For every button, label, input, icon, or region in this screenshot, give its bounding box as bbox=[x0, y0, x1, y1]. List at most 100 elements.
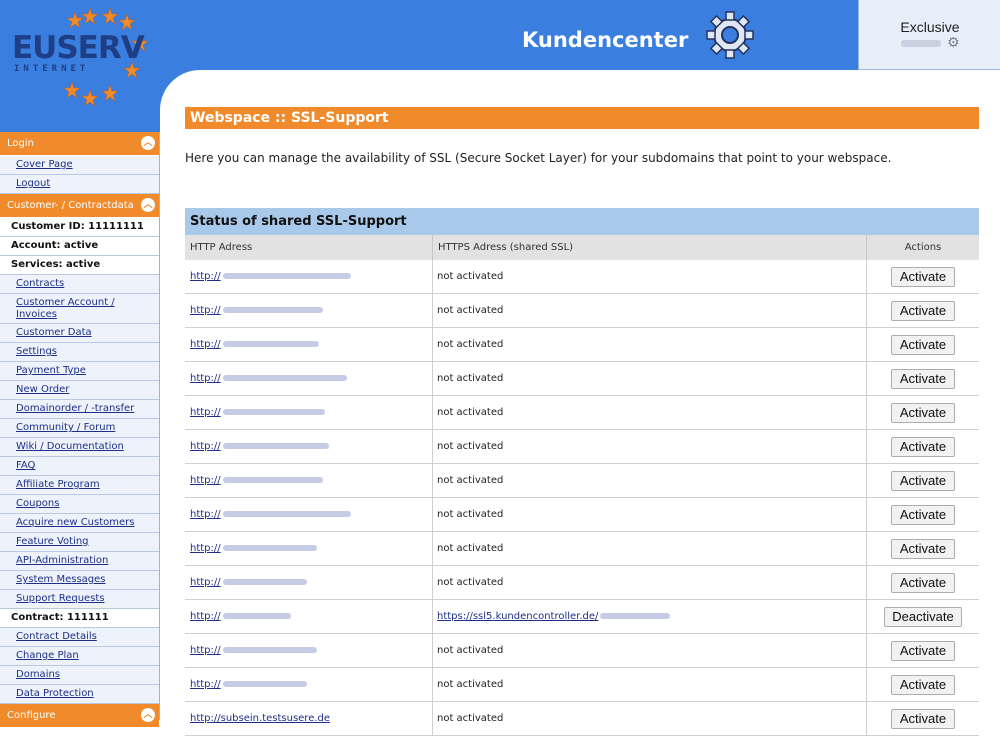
redacted-subdomain bbox=[222, 409, 325, 415]
activate-button[interactable]: Activate bbox=[891, 471, 955, 491]
sidebar-item[interactable]: Feature Voting bbox=[0, 533, 159, 552]
activate-button[interactable]: Activate bbox=[891, 335, 955, 355]
sidebar-item[interactable]: Support Requests bbox=[0, 590, 159, 609]
sidebar-item[interactable]: Community / Forum bbox=[0, 419, 159, 438]
sidebar-link[interactable]: Change Plan bbox=[16, 650, 79, 661]
sidebar-item[interactable]: Data Protection bbox=[0, 685, 159, 704]
activate-button[interactable]: Activate bbox=[891, 403, 955, 423]
http-address-link[interactable]: http:// bbox=[190, 611, 221, 622]
sidebar-link[interactable]: Support Requests bbox=[16, 593, 105, 604]
sidebar-item-customer-account[interactable]: Customer Account / Invoices bbox=[0, 294, 159, 324]
sidebar-item[interactable]: Settings bbox=[0, 343, 159, 362]
activate-button[interactable]: Activate bbox=[891, 641, 955, 661]
sidebar-item-logout[interactable]: Logout bbox=[0, 175, 159, 194]
sidebar-link[interactable]: FAQ bbox=[16, 460, 35, 471]
http-address-link[interactable]: http:// bbox=[190, 271, 221, 282]
http-address-cell: http:// bbox=[190, 294, 323, 328]
activate-button[interactable]: Activate bbox=[891, 539, 955, 559]
sidebar-link[interactable]: Wiki / Documentation bbox=[16, 441, 124, 452]
sidebar-section-customer[interactable]: Customer- / Contractdata ︿ bbox=[0, 194, 159, 218]
euserv-logo[interactable]: EUSERV INTERNET bbox=[0, 0, 160, 132]
http-address-link[interactable]: http:// bbox=[190, 679, 221, 690]
activate-button[interactable]: Activate bbox=[891, 505, 955, 525]
sidebar-item[interactable]: Acquire new Customers bbox=[0, 514, 159, 533]
http-address-link[interactable]: http:// bbox=[190, 543, 221, 554]
https-address-cell: not activated bbox=[437, 294, 503, 328]
sidebar-link[interactable]: New Order bbox=[16, 384, 69, 395]
ssl-status-text: not activated bbox=[437, 441, 504, 452]
column-divider bbox=[432, 328, 433, 361]
sidebar-item[interactable]: New Order bbox=[0, 381, 159, 400]
http-address-link[interactable]: http:// bbox=[190, 407, 221, 418]
account-box[interactable]: Exclusive ⚙ bbox=[858, 0, 1000, 70]
column-divider bbox=[432, 532, 433, 565]
sidebar-item[interactable]: Customer Data bbox=[0, 324, 159, 343]
sidebar-link[interactable]: Coupons bbox=[16, 498, 59, 509]
http-address-cell: http://subsein.testsusere.de bbox=[190, 702, 330, 736]
sidebar-section-login[interactable]: Login ︿ bbox=[0, 132, 159, 156]
http-address-cell: http:// bbox=[190, 498, 351, 532]
sidebar-link[interactable]: Customer Data bbox=[16, 327, 92, 338]
activate-button[interactable]: Activate bbox=[891, 301, 955, 321]
chevron-up-icon[interactable]: ︿ bbox=[141, 198, 155, 212]
sidebar-item[interactable]: Change Plan bbox=[0, 647, 159, 666]
column-divider bbox=[866, 260, 867, 293]
activate-button[interactable]: Activate bbox=[891, 437, 955, 457]
sidebar-item[interactable]: Affiliate Program bbox=[0, 476, 159, 495]
activate-button[interactable]: Activate bbox=[891, 709, 955, 729]
https-address-cell: https://ssl5.kundencontroller.de/ bbox=[437, 600, 671, 634]
sidebar-link[interactable]: Community / Forum bbox=[16, 422, 115, 433]
sidebar-item[interactable]: API-Administration bbox=[0, 552, 159, 571]
http-address-link[interactable]: http:// bbox=[190, 645, 221, 656]
sidebar-item[interactable]: System Messages bbox=[0, 571, 159, 590]
sidebar-link[interactable]: API-Administration bbox=[16, 555, 108, 566]
http-address-link[interactable]: http:// bbox=[190, 475, 221, 486]
column-divider bbox=[432, 702, 433, 735]
redacted-subdomain bbox=[222, 341, 319, 347]
sidebar-item[interactable]: Domainorder / -transfer bbox=[0, 400, 159, 419]
deactivate-button[interactable]: Deactivate bbox=[884, 607, 962, 627]
activate-button[interactable]: Activate bbox=[891, 369, 955, 389]
https-address-cell: not activated bbox=[437, 702, 503, 736]
sidebar-link[interactable]: Feature Voting bbox=[16, 536, 89, 547]
ssl-status-text: not activated bbox=[437, 271, 504, 282]
https-address-link[interactable]: https://ssl5.kundencontroller.de/ bbox=[437, 611, 598, 622]
sidebar-link[interactable]: Settings bbox=[16, 346, 57, 357]
sidebar-section-configure[interactable]: Configure ︿ bbox=[0, 704, 159, 728]
table-row: http:// not activated Activate bbox=[185, 362, 979, 396]
sidebar-link[interactable]: Data Protection bbox=[16, 688, 94, 699]
sidebar-link[interactable]: Domains bbox=[16, 669, 60, 680]
activate-button[interactable]: Activate bbox=[891, 267, 955, 287]
sidebar-item-contracts[interactable]: Contracts bbox=[0, 275, 159, 294]
sidebar-link[interactable]: Cover Page bbox=[16, 159, 73, 170]
sidebar-item[interactable]: Payment Type bbox=[0, 362, 159, 381]
sidebar-link[interactable]: Logout bbox=[16, 178, 50, 189]
http-address-link[interactable]: http://subsein.testsusere.de bbox=[190, 713, 330, 724]
sidebar-item[interactable]: Coupons bbox=[0, 495, 159, 514]
sidebar-item[interactable]: FAQ bbox=[0, 457, 159, 476]
chevron-up-icon[interactable]: ︿ bbox=[141, 136, 155, 150]
redacted-subdomain bbox=[600, 613, 671, 619]
sidebar-link[interactable]: Domainorder / -transfer bbox=[16, 403, 134, 414]
sidebar-link[interactable]: Contracts bbox=[16, 278, 64, 289]
sidebar-item[interactable]: Wiki / Documentation bbox=[0, 438, 159, 457]
http-address-link[interactable]: http:// bbox=[190, 305, 221, 316]
sidebar-link[interactable]: Acquire new Customers bbox=[16, 517, 134, 528]
sidebar-item[interactable]: Domains bbox=[0, 666, 159, 685]
sidebar-link[interactable]: Affiliate Program bbox=[16, 479, 100, 490]
http-address-link[interactable]: http:// bbox=[190, 509, 221, 520]
settings-gear-icon[interactable]: ⚙ bbox=[947, 35, 960, 51]
column-header-http: HTTP Adress bbox=[185, 235, 433, 260]
sidebar-item-cover-page[interactable]: Cover Page bbox=[0, 156, 159, 175]
sidebar-link[interactable]: System Messages bbox=[16, 574, 106, 585]
http-address-link[interactable]: http:// bbox=[190, 577, 221, 588]
sidebar-item[interactable]: Contract Details bbox=[0, 628, 159, 647]
http-address-link[interactable]: http:// bbox=[190, 373, 221, 384]
http-address-link[interactable]: http:// bbox=[190, 339, 221, 350]
activate-button[interactable]: Activate bbox=[891, 573, 955, 593]
sidebar-link[interactable]: Contract Details bbox=[16, 631, 97, 642]
sidebar-link[interactable]: Customer Account / Invoices bbox=[16, 297, 115, 320]
activate-button[interactable]: Activate bbox=[891, 675, 955, 695]
sidebar-link[interactable]: Payment Type bbox=[16, 365, 86, 376]
http-address-link[interactable]: http:// bbox=[190, 441, 221, 452]
